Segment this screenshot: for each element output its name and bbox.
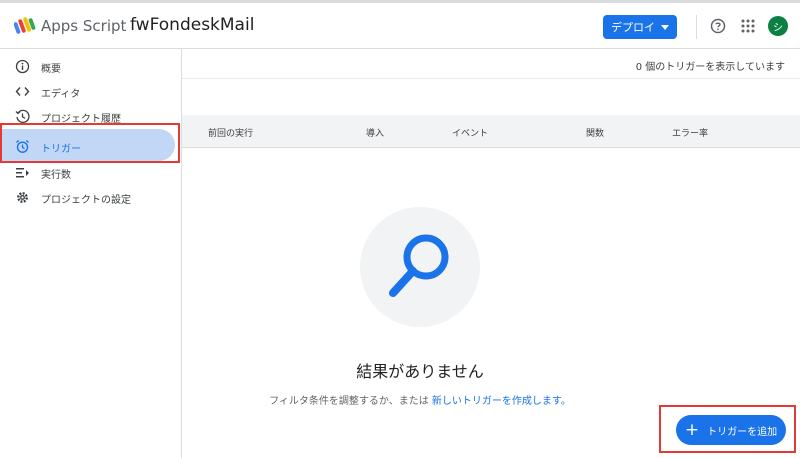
annotation-highlight-triggers	[0, 123, 180, 163]
avatar-initial: シ	[773, 22, 783, 34]
sidebar-item-overview[interactable]: 概要	[0, 54, 181, 79]
sidebar: 概要 エディタ プロジェクト履歴 トリガー 実行数 プロジェクトの設定	[0, 49, 182, 458]
google-apps-icon[interactable]	[741, 19, 755, 33]
column-header-last-run[interactable]: 前回の実行	[208, 126, 253, 139]
apps-script-logo	[14, 17, 36, 34]
empty-state-desc-text: フィルタ条件を調整するか、または	[269, 396, 432, 407]
header-divider	[696, 15, 697, 39]
sidebar-item-editor[interactable]: エディタ	[0, 79, 181, 104]
sidebar-item-label: プロジェクトの設定	[41, 195, 131, 206]
project-name[interactable]: fwFondeskMail	[130, 15, 254, 35]
trigger-count: 0 個のトリガーを表示しています	[635, 62, 785, 73]
app-name[interactable]: Apps Script	[41, 17, 126, 35]
code-icon	[15, 87, 30, 96]
deploy-label: デプロイ	[611, 21, 655, 34]
empty-state-title: 結果がありません	[356, 362, 484, 381]
help-icon[interactable]	[710, 18, 726, 34]
gear-icon	[17, 192, 28, 203]
empty-state-description: フィルタ条件を調整するか、または 新しいトリガーを作成します。	[220, 392, 620, 407]
column-header-deployment[interactable]: 導入	[366, 126, 384, 139]
history-icon	[15, 109, 30, 123]
app-header: Apps Script fwFondeskMail デプロイ シ	[0, 3, 800, 49]
info-icon	[15, 59, 30, 74]
create-trigger-link[interactable]: 新しいトリガーを作成します。	[432, 396, 571, 407]
trigger-table-header: 前回の実行 導入 イベント 関数 エラー率	[182, 115, 800, 148]
sidebar-item-label: 概要	[41, 64, 61, 75]
account-avatar[interactable]: シ	[768, 16, 788, 36]
sidebar-item-executions[interactable]: 実行数	[0, 160, 181, 185]
toolbar-divider	[182, 78, 800, 79]
column-header-event[interactable]: イベント	[452, 126, 488, 139]
column-header-function[interactable]: 関数	[586, 126, 604, 139]
caret-down-icon	[661, 24, 669, 30]
column-header-error-rate[interactable]: エラー率	[672, 126, 708, 139]
deploy-button[interactable]: デプロイ	[603, 15, 677, 39]
annotation-highlight-add-trigger	[659, 405, 796, 453]
sidebar-item-label: 実行数	[41, 170, 71, 181]
sidebar-item-label: エディタ	[41, 89, 81, 100]
search-icon	[389, 234, 449, 297]
executions-icon	[16, 168, 29, 178]
sidebar-item-project-settings[interactable]: プロジェクトの設定	[0, 185, 181, 210]
